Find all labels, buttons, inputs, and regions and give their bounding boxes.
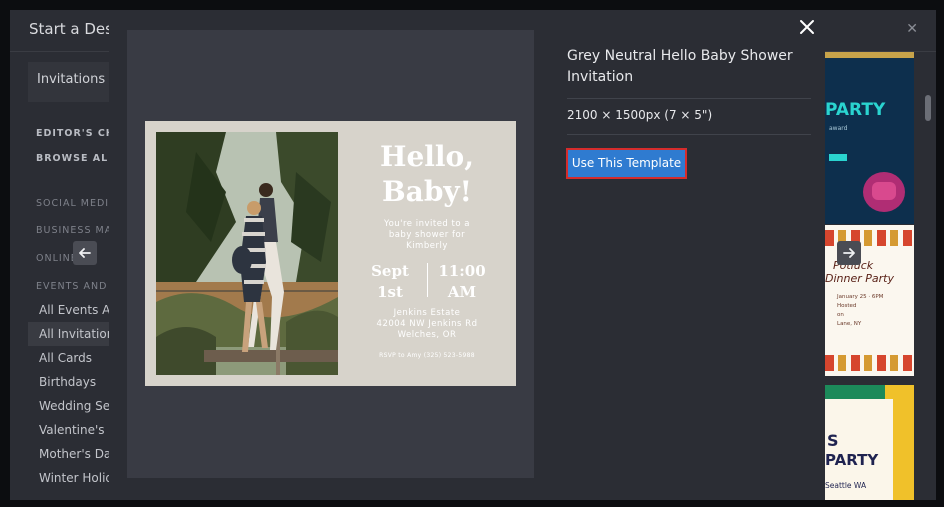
thumbnail-detail-line: Lane, NY [837, 321, 862, 327]
card-invite-text: You're invited to a baby shower for Kimb… [384, 219, 470, 251]
card-headline: Hello, Baby! [380, 140, 474, 208]
close-icon[interactable] [799, 19, 817, 37]
divider [567, 134, 811, 135]
thumbnail-decor-button [829, 154, 847, 161]
use-this-template-button[interactable]: Use This Template [566, 148, 687, 179]
card-date-divider [427, 263, 428, 297]
category-business-marketing[interactable]: BUSINESS MAR [36, 225, 120, 236]
gamepad-inner [872, 182, 896, 200]
arrow-left-icon [79, 248, 91, 258]
template-title: Grey Neutral Hello Baby Shower Invitatio… [567, 48, 793, 85]
subcategory-winter-holidays[interactable]: Winter Holid [39, 471, 113, 485]
couple-photo [156, 132, 338, 375]
next-template-button[interactable] [837, 241, 861, 265]
thumbnail-detail-line: Hosted [837, 303, 857, 309]
card-date: Sept 1st [371, 262, 409, 301]
category-dropdown-label: Invitations [37, 72, 106, 87]
card-rsvp: RSVP to Amy (325) 523-5988 [379, 352, 475, 359]
arrow-right-icon [843, 248, 855, 258]
background-close-icon[interactable]: ✕ [906, 21, 918, 37]
subcategory-all-cards[interactable]: All Cards [39, 351, 92, 365]
template-preview-modal: Hello, Baby! You're invited to a baby sh… [109, 12, 825, 496]
card-address: Jenkins Estate 42004 NW Jenkins Rd Welch… [376, 308, 478, 340]
thumbnail-detail-line: on [837, 312, 844, 318]
category-social-media[interactable]: SOCIAL MEDIA [36, 198, 117, 209]
previous-template-button[interactable] [73, 241, 97, 265]
subcategory-birthdays[interactable]: Birthdays [39, 375, 96, 389]
thumbnail-title: PARTY [825, 451, 879, 469]
card-time: 11:00 AM [438, 262, 486, 301]
thumbnail-gold-strip [825, 52, 914, 58]
thumbnail-location: Seattle WA [825, 481, 867, 490]
template-preview-area: Hello, Baby! You're invited to a baby sh… [127, 30, 534, 478]
template-thumbnail-game-party[interactable]: PARTY award [825, 52, 914, 224]
template-thumbnail-party-seattle[interactable]: S PARTY Seattle WA [825, 385, 914, 500]
couple-photo-image [156, 132, 338, 375]
invitation-card-preview: Hello, Baby! You're invited to a baby sh… [145, 121, 516, 386]
category-dropdown[interactable]: Invitations [28, 62, 118, 102]
subcategory-all-invitations[interactable]: All Invitation [28, 322, 118, 346]
thumbnail-pots-border-bottom [825, 355, 914, 371]
thumbnail-title: PARTY [825, 100, 886, 120]
subcategory-all-events[interactable]: All Events Ar [39, 303, 115, 317]
thumbnail-title-line2: Dinner Party [825, 272, 894, 285]
subcategory-mothers-day[interactable]: Mother's Day [39, 447, 118, 461]
thumbnail-letter: S [827, 431, 839, 450]
category-online[interactable]: ONLINE [36, 253, 78, 264]
subcategory-wedding-sets[interactable]: Wedding Set [39, 399, 115, 413]
divider [567, 98, 811, 99]
subcategory-valentines-day[interactable]: Valentine's D [39, 423, 118, 437]
thumbnail-detail-line: January 25 · 6PM [837, 294, 884, 300]
category-events[interactable]: EVENTS AND C [36, 281, 119, 292]
template-dimensions: 2100 × 1500px (7 × 5") [567, 108, 713, 122]
thumbnail-scrollbar[interactable] [925, 95, 931, 121]
thumbnail-details: January 25 · 6PM Hosted on Lane, NY [837, 293, 883, 329]
close-icon-glyph [800, 20, 814, 34]
thumbnail-subtitle: award [829, 125, 848, 132]
